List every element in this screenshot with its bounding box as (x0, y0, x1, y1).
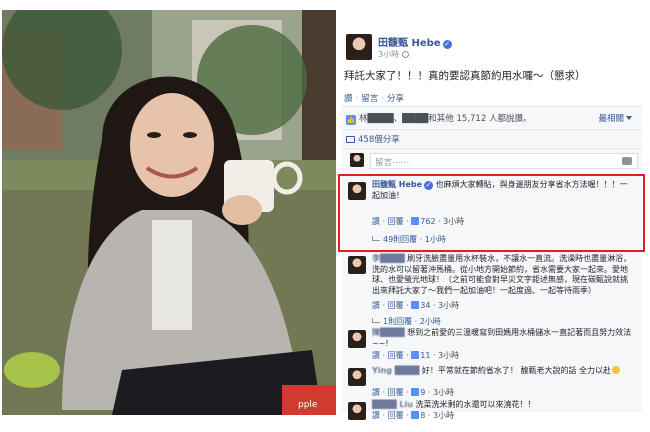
highlight-box (338, 174, 645, 252)
post-author-name[interactable]: 田馥甄 Hebe (378, 38, 441, 49)
comment-meta: 讚 · 回覆 · 8 · 3小時 (372, 410, 454, 421)
comment-item: ████ Liu 洗菜洗米剩的水還可以來澆花！！ 讚 · 回覆 · 8 · 3小… (342, 398, 642, 426)
sort-dropdown[interactable]: 最相關 (598, 112, 632, 124)
sort-label[interactable]: 最相關 (598, 114, 624, 124)
comment-actions[interactable]: 讚 · 回覆 · (372, 301, 411, 310)
post-text: 拜託大家了！！！真的要認真節約用水囉～（懇求） (344, 70, 586, 82)
replies-text[interactable]: 1則回覆 · 2小時 (383, 317, 441, 326)
thumbs-up-icon (411, 301, 420, 309)
shares-summary[interactable]: 458個分享 (342, 129, 642, 147)
comment-text: 洗菜洗米剩的水還可以來澆花！！ (415, 400, 536, 409)
shares-text[interactable]: 458個分享 (358, 135, 400, 145)
likes-summary: 👍 林████、████和其他 15,712 人都說讚。 最相關 (342, 106, 642, 128)
comment-time[interactable]: · 3小時 (425, 411, 454, 420)
comment-time[interactable]: · 3小時 (425, 388, 454, 397)
comment-text: 好！平常就在節約省水了！ 馥甄老大說的話 全力以赴 (421, 366, 611, 375)
commenter-avatar[interactable] (348, 330, 366, 348)
post-actions: 讚 · 留言 · 分享 (344, 92, 404, 104)
comment-body: 李████ 刷牙洗臉盡量用水杯裝水，不讓水一直流。洗澡時也盡量淋浴，洗的水可以留… (372, 254, 634, 296)
share-link[interactable]: 分享 (387, 94, 404, 104)
post-header: 田馥甄 Hebe ✓ 3小時 (342, 30, 642, 66)
comment-like-count[interactable]: 11 (420, 351, 430, 360)
share-icon (346, 136, 355, 143)
comment-time[interactable]: · 3小時 (430, 301, 459, 310)
verified-badge-icon: ✓ (442, 40, 452, 49)
comment-actions[interactable]: 讚 · 回覆 · (372, 351, 411, 360)
commenter-name[interactable]: ████ Liu (372, 400, 413, 409)
commenter-avatar[interactable] (348, 368, 366, 386)
likes-text[interactable]: 林████、████和其他 15,712 人都說讚。 (359, 114, 531, 124)
thumbs-up-icon (411, 388, 420, 396)
comment-link[interactable]: 留言 (361, 94, 378, 104)
dot-separator: · (355, 94, 359, 104)
post-photo[interactable]: pple (2, 10, 336, 415)
viewer-avatar (350, 153, 364, 167)
comment-meta: 讚 · 回覆 · 34 · 3小時 (372, 300, 459, 311)
commenter-avatar[interactable] (348, 256, 366, 274)
chevron-down-icon (626, 116, 632, 120)
commenter-name[interactable]: 李████ (372, 254, 405, 263)
author-avatar[interactable] (346, 34, 372, 60)
like-link[interactable]: 讚 (344, 94, 353, 104)
post-author[interactable]: 田馥甄 Hebe ✓ (378, 34, 452, 49)
comment-time[interactable]: · 3小時 (430, 351, 459, 360)
reply-arrow-icon (372, 318, 380, 323)
thumbs-up-icon: 👍 (346, 115, 356, 125)
commenter-avatar[interactable] (348, 402, 366, 420)
post-panel: 田馥甄 Hebe ✓ 3小時 拜託大家了！！！真的要認真節約用水囉～（懇求） 讚 ·… (338, 22, 646, 420)
globe-icon (402, 51, 410, 58)
comment-meta: 讚 · 回覆 · 9 · 3小時 (372, 387, 454, 398)
comment-text: 想到之前愛的三溫暖寫到田媽用水桶儲水一直記著而且努力效法~~! (372, 328, 632, 348)
comment-actions[interactable]: 讚 · 回覆 · (372, 388, 411, 397)
comment-composer: 留言⋯⋯ (342, 148, 642, 174)
comment-actions[interactable]: 讚 · 回覆 · (372, 411, 411, 420)
comment-meta: 讚 · 回覆 · 11 · 3小時 (372, 350, 459, 361)
comment-item: 李████ 刷牙洗臉盡量用水杯裝水，不讓水一直流。洗澡時也盡量淋浴，洗的水可以留… (342, 252, 642, 332)
smile-emoji-icon (612, 366, 620, 374)
comment-body: 陳████ 想到之前愛的三溫暖寫到田媽用水桶儲水一直記著而且努力效法~~! (372, 328, 634, 349)
photo-illustration (2, 10, 336, 415)
thumbs-up-icon (411, 351, 420, 359)
camera-icon[interactable] (622, 157, 632, 165)
comment-body: Ying ████ 好！平常就在節約省水了！ 馥甄老大說的話 全力以赴 (372, 366, 634, 377)
comment-like-count[interactable]: 34 (420, 301, 430, 310)
commenter-name[interactable]: Ying ████ (372, 366, 419, 375)
comment-input[interactable]: 留言⋯⋯ (370, 153, 638, 169)
comment-placeholder: 留言⋯⋯ (375, 158, 410, 168)
comment-item: Ying ████ 好！平常就在節約省水了！ 馥甄老大說的話 全力以赴 讚 · … (342, 364, 642, 397)
bag-brand-text: pple (298, 400, 318, 410)
comment-body: ████ Liu 洗菜洗米剩的水還可以來澆花！！ (372, 400, 634, 411)
dot-separator: · (381, 94, 384, 104)
comment-text: 刷牙洗臉盡量用水杯裝水，不讓水一直流。洗澡時也盡量淋浴，洗的水可以留著沖馬桶。從… (372, 254, 632, 295)
post-time-text[interactable]: 3小時 (378, 50, 399, 59)
thumbs-up-icon (411, 411, 420, 419)
post-timestamp[interactable]: 3小時 (378, 49, 410, 60)
commenter-name[interactable]: 陳████ (372, 328, 405, 337)
comment-item: 陳████ 想到之前愛的三溫暖寫到田媽用水桶儲水一直記著而且努力效法~~! 讚 … (342, 326, 642, 366)
